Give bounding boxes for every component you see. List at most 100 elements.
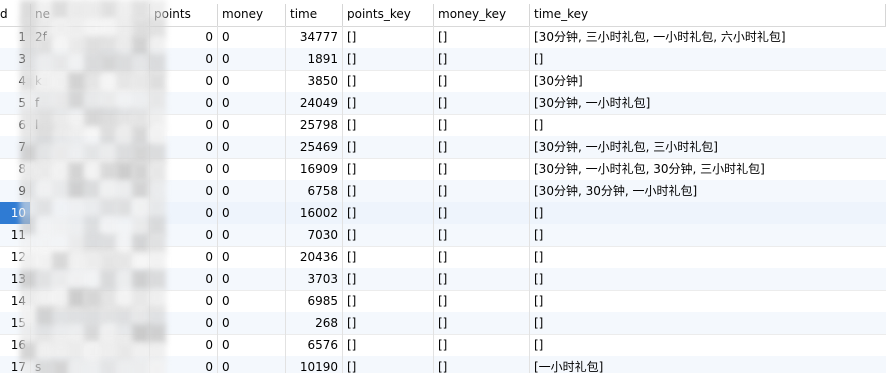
cell-name[interactable] [31, 290, 150, 312]
cell-money-key[interactable]: [] [434, 290, 530, 312]
cell-points[interactable]: 0 [150, 202, 218, 224]
cell-id[interactable]: 3 [0, 48, 31, 70]
cell-name[interactable] [31, 334, 150, 356]
table-row[interactable]: 4 k 0 0 3850[][] [30分钟] [0, 70, 886, 93]
cell-points[interactable]: 0 [150, 92, 218, 114]
cell-points[interactable]: 0 [150, 114, 218, 136]
cell-points[interactable]: 0 [150, 26, 218, 48]
cell-money[interactable]: 0 [218, 114, 286, 136]
cell-name[interactable] [31, 268, 150, 290]
cell-time[interactable]: 16002 [286, 202, 343, 224]
cell-money-key[interactable]: [] [434, 312, 530, 334]
cell-time[interactable]: 25798 [286, 114, 343, 136]
table-row[interactable]: 5 f 0 0 24049[][] [30分钟, 一小时礼包] [0, 92, 886, 115]
cell-time[interactable]: 268 [286, 312, 343, 334]
cell-points[interactable]: 0 [150, 180, 218, 202]
cell-time-key[interactable]: [30分钟, 三小时礼包, 一小时礼包, 六小时礼包] [530, 26, 886, 48]
cell-money[interactable]: 0 [218, 180, 286, 202]
cell-money-key[interactable]: [] [434, 356, 530, 373]
cell-points[interactable]: 0 [150, 246, 218, 268]
cell-name[interactable] [31, 224, 150, 246]
cell-time-key[interactable]: [一小时礼包] [530, 356, 886, 373]
table-row[interactable]: 7 0 0 25469[][] [30分钟, 一小时礼包, 三小时礼包] [0, 136, 886, 159]
cell-points-key[interactable]: [] [343, 246, 434, 268]
table-row[interactable]: 15 0 0 268[][][] [0, 312, 886, 335]
cell-money[interactable]: 0 [218, 290, 286, 312]
cell-time-key[interactable]: [] [530, 48, 886, 70]
cell-id[interactable]: 11 [0, 224, 31, 246]
column-header-id[interactable]: d [0, 4, 31, 26]
cell-time[interactable]: 24049 [286, 92, 343, 114]
cell-money-key[interactable]: [] [434, 48, 530, 70]
cell-name[interactable]: k [31, 70, 150, 92]
column-header-points-key[interactable]: points_key [343, 4, 434, 26]
table-row[interactable]: 16 0 0 6576[][][] [0, 334, 886, 357]
cell-id[interactable]: 1 [0, 26, 31, 48]
table-row[interactable]: 12 0 0 20436[][][] [0, 246, 886, 269]
cell-time[interactable]: 6576 [286, 334, 343, 356]
cell-id[interactable]: 13 [0, 268, 31, 290]
cell-name[interactable] [31, 202, 150, 224]
cell-money[interactable]: 0 [218, 334, 286, 356]
cell-money-key[interactable]: [] [434, 114, 530, 136]
table-row[interactable]: 17 s 0 0 10190[][] [一小时礼包] [0, 356, 886, 373]
cell-points-key[interactable]: [] [343, 70, 434, 92]
cell-time-key[interactable]: [] [530, 114, 886, 136]
cell-name[interactable] [31, 136, 150, 158]
cell-money[interactable]: 0 [218, 26, 286, 48]
table-row[interactable]: 9 0 0 6758[][] [30分钟, 30分钟, 一小时礼包] [0, 180, 886, 203]
cell-money-key[interactable]: [] [434, 70, 530, 92]
cell-id[interactable]: 6 [0, 114, 31, 136]
cell-money-key[interactable]: [] [434, 334, 530, 356]
cell-id[interactable]: 10 [0, 202, 31, 224]
cell-money-key[interactable]: [] [434, 158, 530, 180]
cell-points[interactable]: 0 [150, 356, 218, 373]
cell-time-key[interactable]: [] [530, 246, 886, 268]
cell-time[interactable]: 34777 [286, 26, 343, 48]
cell-money-key[interactable]: [] [434, 180, 530, 202]
cell-money[interactable]: 0 [218, 70, 286, 92]
cell-time-key[interactable]: [] [530, 334, 886, 356]
cell-points-key[interactable]: [] [343, 48, 434, 70]
cell-id[interactable]: 14 [0, 290, 31, 312]
cell-money-key[interactable]: [] [434, 246, 530, 268]
cell-money-key[interactable]: [] [434, 136, 530, 158]
cell-money[interactable]: 0 [218, 356, 286, 373]
cell-points[interactable]: 0 [150, 290, 218, 312]
cell-name[interactable]: f [31, 92, 150, 114]
cell-time[interactable]: 10190 [286, 356, 343, 373]
cell-id[interactable]: 7 [0, 136, 31, 158]
cell-id[interactable]: 17 [0, 356, 31, 373]
data-grid[interactable]: d ne points money time points_key money_… [0, 0, 886, 373]
column-header-name[interactable]: ne [31, 4, 150, 26]
cell-time[interactable]: 25469 [286, 136, 343, 158]
cell-points[interactable]: 0 [150, 48, 218, 70]
cell-name[interactable] [31, 246, 150, 268]
cell-points[interactable]: 0 [150, 136, 218, 158]
cell-id[interactable]: 8 [0, 158, 31, 180]
table-row[interactable]: 8 0 0 16909[][] [30分钟, 一小时礼包, 30分钟, 三小时礼包] [0, 158, 886, 181]
cell-points-key[interactable]: [] [343, 202, 434, 224]
cell-name[interactable] [31, 158, 150, 180]
cell-time[interactable]: 16909 [286, 158, 343, 180]
cell-money-key[interactable]: [] [434, 202, 530, 224]
cell-name[interactable]: s [31, 356, 150, 373]
column-header-money[interactable]: money [218, 4, 286, 26]
cell-id[interactable]: 4 [0, 70, 31, 92]
table-row[interactable]: 1 2f 0 0 34777[][] [30分钟, 三小时礼包, 一小时礼包, 六小时礼包… [0, 26, 886, 49]
table-row[interactable]: 14 0 0 6985[][][] [0, 290, 886, 313]
table-row[interactable]: 6 l 0 0 25798[][][] [0, 114, 886, 137]
cell-money-key[interactable]: [] [434, 268, 530, 290]
cell-time-key[interactable]: [30分钟, 一小时礼包, 三小时礼包] [530, 136, 886, 158]
cell-time[interactable]: 6758 [286, 180, 343, 202]
cell-time-key[interactable]: [] [530, 312, 886, 334]
cell-time[interactable]: 7030 [286, 224, 343, 246]
cell-points[interactable]: 0 [150, 268, 218, 290]
cell-id[interactable]: 15 [0, 312, 31, 334]
column-header-time[interactable]: time [286, 4, 343, 26]
cell-money-key[interactable]: [] [434, 26, 530, 48]
cell-name[interactable] [31, 312, 150, 334]
cell-money[interactable]: 0 [218, 92, 286, 114]
cell-time-key[interactable]: [] [530, 202, 886, 224]
cell-money[interactable]: 0 [218, 136, 286, 158]
